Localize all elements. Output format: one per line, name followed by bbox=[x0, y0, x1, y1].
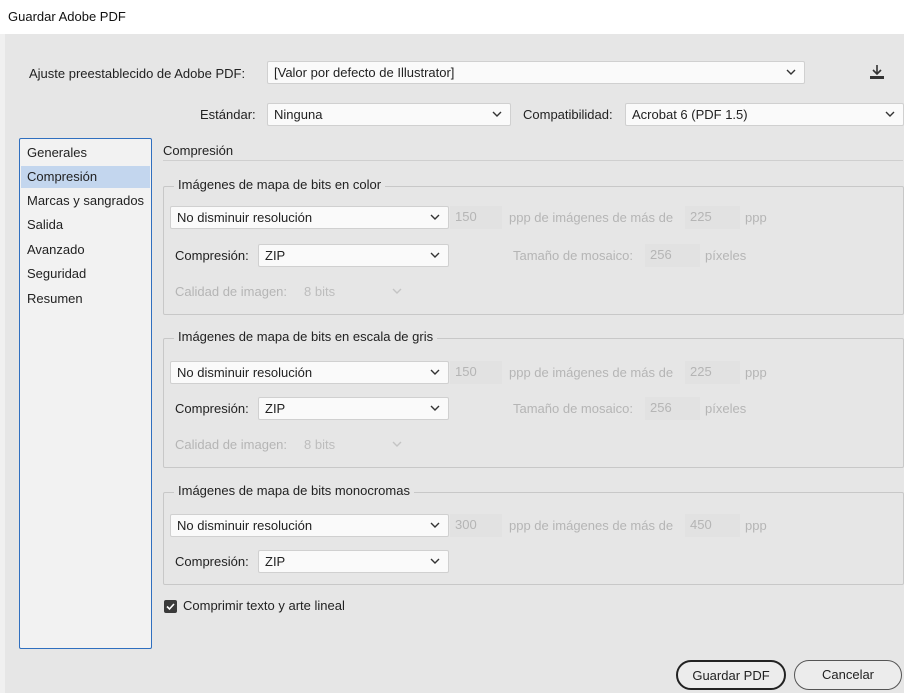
color-downsample-value: No disminuir resolución bbox=[177, 210, 313, 225]
category-sidebar: Generales Compresión Marcas y sangrados … bbox=[19, 138, 152, 649]
title-bar: Guardar Adobe PDF bbox=[0, 0, 904, 34]
sidebar-item-salida[interactable]: Salida bbox=[21, 214, 150, 236]
sidebar-item-compresion[interactable]: Compresión bbox=[21, 166, 150, 188]
gray-compression-label: Compresión: bbox=[175, 401, 249, 416]
window-title: Guardar Adobe PDF bbox=[8, 9, 126, 24]
sidebar-item-generales[interactable]: Generales bbox=[21, 142, 150, 164]
chevron-down-icon bbox=[430, 369, 440, 375]
chevron-down-icon bbox=[430, 405, 440, 411]
preset-value: [Valor por defecto de Illustrator] bbox=[274, 65, 455, 80]
chevron-down-icon bbox=[430, 522, 440, 528]
color-compression-label: Compresión: bbox=[175, 248, 249, 263]
checkmark-icon bbox=[166, 603, 175, 611]
mono-downsample-select[interactable]: No disminuir resolución bbox=[170, 514, 449, 537]
chevron-down-icon bbox=[430, 214, 440, 220]
chevron-down-icon bbox=[786, 69, 796, 75]
compress-text-label: Comprimir texto y arte lineal bbox=[183, 598, 345, 613]
gray-downsample-value: No disminuir resolución bbox=[177, 365, 313, 380]
color-tile-input[interactable]: 256 bbox=[645, 244, 700, 267]
section-title: Compresión bbox=[163, 143, 234, 158]
standard-label: Estándar: bbox=[200, 107, 256, 122]
color-compression-select[interactable]: ZIP bbox=[258, 244, 449, 267]
color-downsample-select[interactable]: No disminuir resolución bbox=[170, 206, 449, 229]
color-quality-value: 8 bits bbox=[304, 284, 336, 299]
compatibility-value: Acrobat 6 (PDF 1.5) bbox=[632, 107, 748, 122]
gray-ppi-input[interactable]: 150 bbox=[450, 361, 502, 384]
color-above-unit: ppp bbox=[745, 210, 767, 225]
color-tile-label: Tamaño de mosaico: bbox=[513, 248, 633, 263]
gray-tile-input[interactable]: 256 bbox=[645, 397, 700, 420]
mono-above-unit: ppp bbox=[745, 518, 767, 533]
chevron-down-icon bbox=[885, 111, 895, 117]
chevron-down-icon bbox=[430, 558, 440, 564]
gray-tile-unit: píxeles bbox=[705, 401, 747, 416]
chevron-down-icon bbox=[392, 288, 402, 294]
compatibility-select[interactable]: Acrobat 6 (PDF 1.5) bbox=[625, 103, 904, 126]
standard-select[interactable]: Ninguna bbox=[267, 103, 511, 126]
mono-group-title: Imágenes de mapa de bits monocromas bbox=[174, 483, 414, 498]
sidebar-item-resumen[interactable]: Resumen bbox=[21, 288, 150, 310]
gray-above-label: ppp de imágenes de más de bbox=[509, 365, 674, 380]
chevron-down-icon bbox=[392, 441, 402, 447]
mono-downsample-value: No disminuir resolución bbox=[177, 518, 313, 533]
sidebar-item-seguridad[interactable]: Seguridad bbox=[21, 263, 150, 285]
gray-compression-value: ZIP bbox=[265, 401, 286, 416]
color-group-title: Imágenes de mapa de bits en color bbox=[174, 177, 386, 192]
gray-group-title: Imágenes de mapa de bits en escala de gr… bbox=[174, 329, 438, 344]
mono-compression-select[interactable]: ZIP bbox=[258, 550, 449, 573]
gray-quality-label: Calidad de imagen: bbox=[175, 437, 288, 452]
cancel-button[interactable]: Cancelar bbox=[794, 660, 902, 690]
compress-text-checkbox[interactable] bbox=[164, 600, 177, 613]
color-quality-label: Calidad de imagen: bbox=[175, 284, 288, 299]
gray-tile-label: Tamaño de mosaico: bbox=[513, 401, 633, 416]
compatibility-label: Compatibilidad: bbox=[523, 107, 613, 122]
save-pdf-dialog: Ajuste preestablecido de Adobe PDF: [Val… bbox=[5, 34, 904, 693]
mono-compression-label: Compresión: bbox=[175, 554, 249, 569]
mono-above-input[interactable]: 450 bbox=[685, 514, 740, 537]
gray-above-input[interactable]: 225 bbox=[685, 361, 740, 384]
section-divider bbox=[163, 160, 903, 161]
mono-above-label: ppp de imágenes de más de bbox=[509, 518, 674, 533]
gray-downsample-select[interactable]: No disminuir resolución bbox=[170, 361, 449, 384]
color-compression-value: ZIP bbox=[265, 248, 286, 263]
gray-compression-select[interactable]: ZIP bbox=[258, 397, 449, 420]
color-above-input[interactable]: 225 bbox=[685, 206, 740, 229]
preset-label: Ajuste preestablecido de Adobe PDF: bbox=[29, 66, 246, 81]
color-ppi-input[interactable]: 150 bbox=[450, 206, 502, 229]
mono-compression-value: ZIP bbox=[265, 554, 286, 569]
gray-above-unit: ppp bbox=[745, 365, 767, 380]
standard-value: Ninguna bbox=[274, 107, 323, 122]
color-tile-unit: píxeles bbox=[705, 248, 747, 263]
color-quality-select[interactable]: 8 bits bbox=[297, 280, 411, 303]
sidebar-item-avanzado[interactable]: Avanzado bbox=[21, 239, 150, 261]
chevron-down-icon bbox=[430, 252, 440, 258]
download-icon[interactable] bbox=[867, 63, 887, 81]
preset-select[interactable]: [Valor por defecto de Illustrator] bbox=[267, 61, 805, 84]
sidebar-item-marcas-sangrados[interactable]: Marcas y sangrados bbox=[21, 190, 150, 212]
chevron-down-icon bbox=[492, 111, 502, 117]
save-pdf-button[interactable]: Guardar PDF bbox=[676, 660, 786, 690]
gray-quality-select[interactable]: 8 bits bbox=[297, 433, 411, 456]
gray-quality-value: 8 bits bbox=[304, 437, 336, 452]
mono-ppi-input[interactable]: 300 bbox=[450, 514, 502, 537]
color-above-label: ppp de imágenes de más de bbox=[509, 210, 674, 225]
